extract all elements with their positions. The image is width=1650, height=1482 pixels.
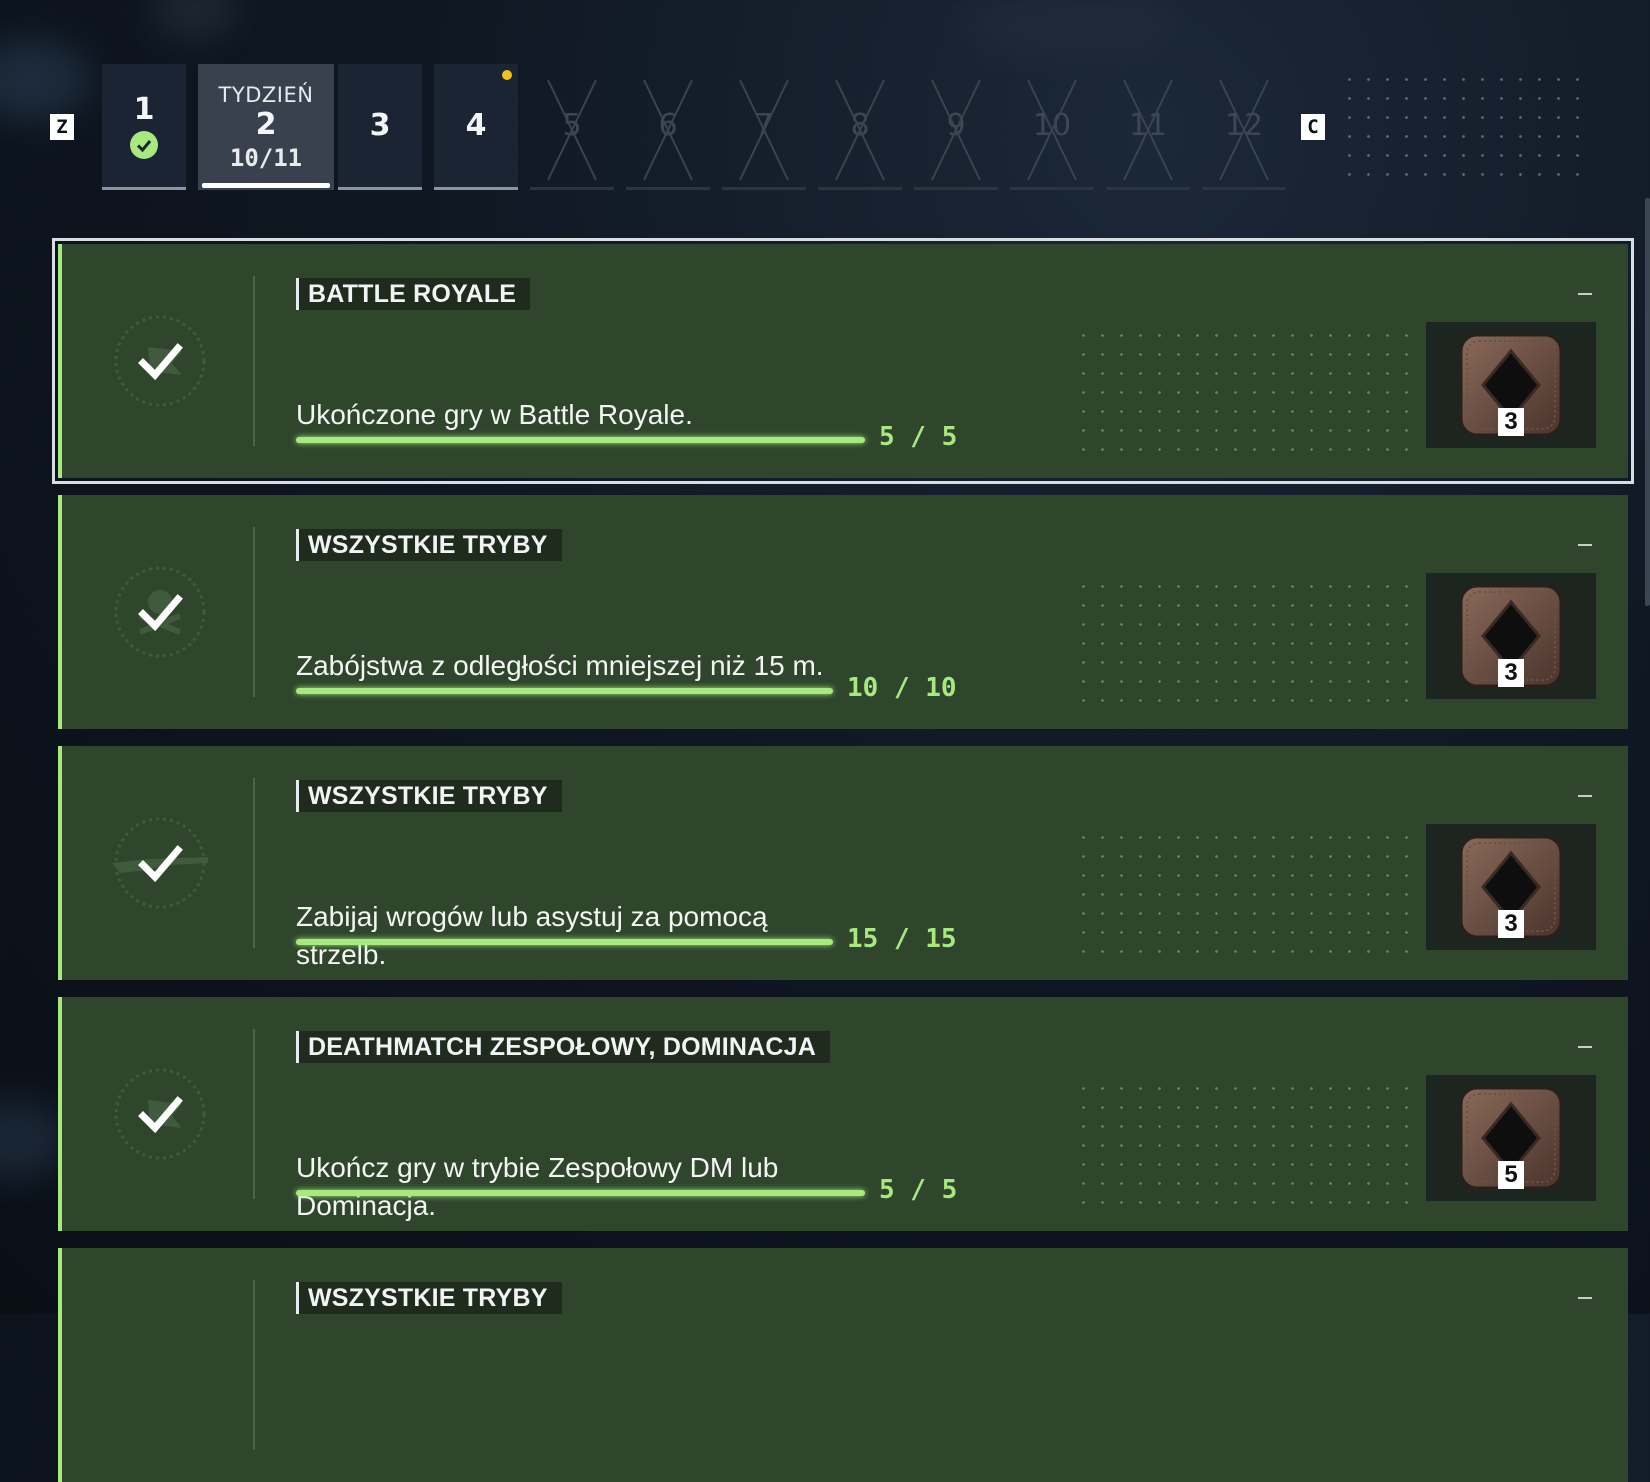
flag-icon [114, 1068, 206, 1160]
game-mode-label: WSZYSTKIE TRYBY [308, 781, 548, 810]
reward-count: 3 [1498, 659, 1524, 687]
background-blur [960, 0, 1180, 60]
week-number: 4 [465, 108, 487, 143]
week-number: 2 [255, 106, 277, 142]
progress-bar [296, 688, 833, 694]
game-mode-label: WSZYSTKIE TRYBY [308, 1283, 548, 1312]
decorative-dot-grid [1074, 577, 1414, 707]
week-tab-10[interactable]: 10 [1010, 64, 1094, 190]
week-tab-1[interactable]: 1 [102, 64, 186, 190]
week-number: 1 [133, 92, 155, 127]
card-divider [253, 1029, 255, 1199]
card-divider [253, 778, 255, 948]
week-tab-2[interactable]: TYDZIEŃ 2 10/11 [198, 64, 334, 190]
decorative-dot-grid [1074, 326, 1414, 456]
locked-cross-icon [643, 79, 693, 181]
week-tab-8[interactable]: 8 [818, 64, 902, 190]
reward-badge[interactable]: 3 [1426, 322, 1596, 448]
locked-cross-icon [931, 79, 981, 181]
flag-icon [114, 315, 206, 407]
scrollbar-thumb[interactable] [1645, 198, 1650, 606]
background-blur [0, 40, 90, 120]
progress-bar-fill [296, 688, 833, 694]
collapse-icon[interactable] [1578, 795, 1592, 797]
week-tab-7[interactable]: 7 [722, 64, 806, 190]
progress-bar-fill [296, 437, 865, 443]
locked-cross-icon [835, 79, 885, 181]
week-tab-6[interactable]: 6 [626, 64, 710, 190]
decorative-dot-grid [1074, 1079, 1414, 1209]
collapse-icon[interactable] [1578, 293, 1592, 295]
week-progress: 10/11 [229, 143, 303, 172]
week-tab-3[interactable]: 3 [338, 64, 422, 190]
locked-cross-icon [1027, 79, 1077, 181]
week-tab-9[interactable]: 9 [914, 64, 998, 190]
game-mode-tag: WSZYSTKIE TRYBY [296, 1282, 562, 1314]
week-tab-12[interactable]: 12 [1202, 64, 1286, 190]
reward-badge[interactable]: 3 [1426, 824, 1596, 950]
week-label: TYDZIEŃ [218, 82, 314, 107]
decorative-dot-grid [1074, 828, 1414, 958]
card-divider [253, 527, 255, 697]
active-underline [202, 183, 330, 188]
progress-bar-fill [296, 1190, 865, 1196]
challenge-card[interactable]: WSZYSTKIE TRYBY Zabijaj wrogów lub asystu… [58, 746, 1628, 980]
challenge-description: Ukończ gry w trybie Zespołowy DM lub Dom… [296, 1152, 779, 1221]
game-mode-label: DEATHMATCH ZESPOŁOWY, DOMINACJA [308, 1032, 817, 1061]
week-tab-11[interactable]: 11 [1106, 64, 1190, 190]
card-divider [253, 1280, 255, 1450]
decorative-dot-grid [1340, 70, 1580, 190]
completed-check-icon [130, 131, 158, 159]
challenge-card[interactable]: WSZYSTKIE TRYBY [58, 1248, 1628, 1482]
progress-count: 5 / 5 [879, 422, 958, 452]
challenge-description: Zabójstwa z odległości mniejszej niż 15 … [296, 650, 824, 681]
game-mode-tag: DEATHMATCH ZESPOŁOWY, DOMINACJA [296, 1031, 831, 1063]
progress-count: 5 / 5 [879, 1175, 958, 1205]
week-number: 3 [369, 108, 391, 143]
challenge-card[interactable]: BATTLE ROYALE Ukończone gry w Battle Roya… [52, 238, 1634, 484]
game-mode-tag: BATTLE ROYALE [296, 278, 531, 310]
locked-cross-icon [1123, 79, 1173, 181]
challenge-description: Ukończone gry w Battle Royale. [296, 399, 693, 430]
challenge-card[interactable]: WSZYSTKIE TRYBY Zabójstwa z odległości mn… [58, 495, 1628, 729]
game-mode-tag: WSZYSTKIE TRYBY [296, 780, 562, 812]
locked-cross-icon [1219, 79, 1269, 181]
reward-count: 3 [1498, 910, 1524, 938]
locked-cross-icon [547, 79, 597, 181]
prev-week-key[interactable]: Z [50, 114, 74, 140]
reward-badge[interactable]: 5 [1426, 1075, 1596, 1201]
game-mode-tag: WSZYSTKIE TRYBY [296, 529, 562, 561]
collapse-icon[interactable] [1578, 1297, 1592, 1299]
progress-count: 10 / 10 [847, 673, 957, 703]
week-tab-4[interactable]: 4 [434, 64, 518, 190]
progress-bar [296, 437, 865, 443]
progress-bar [296, 1190, 865, 1196]
background-blur [150, 0, 240, 40]
collapse-icon[interactable] [1578, 1046, 1592, 1048]
locked-cross-icon [739, 79, 789, 181]
reward-count: 3 [1498, 408, 1524, 436]
game-mode-label: BATTLE ROYALE [308, 279, 517, 308]
week-tab-5[interactable]: 5 [530, 64, 614, 190]
progress-count: 15 / 15 [847, 924, 957, 954]
challenge-card[interactable]: DEATHMATCH ZESPOŁOWY, DOMINACJA Ukończ gr… [58, 997, 1628, 1231]
challenge-description: Zabijaj wrogów lub asystuj za pomocą str… [296, 901, 768, 970]
next-week-key[interactable]: C [1301, 114, 1325, 140]
progress-bar [296, 939, 833, 945]
reward-count: 5 [1498, 1161, 1524, 1189]
shotgun-icon [112, 817, 208, 909]
card-divider [253, 276, 255, 446]
progress-bar-fill [296, 939, 833, 945]
new-indicator-dot [502, 70, 512, 80]
reward-badge[interactable]: 3 [1426, 573, 1596, 699]
game-mode-label: WSZYSTKIE TRYBY [308, 530, 548, 559]
collapse-icon[interactable] [1578, 544, 1592, 546]
skull-crossbones-icon [114, 566, 206, 658]
